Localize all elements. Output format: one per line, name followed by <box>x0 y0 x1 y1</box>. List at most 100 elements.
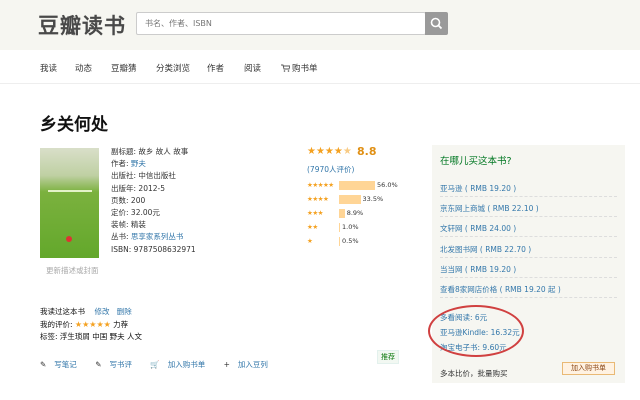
my-rating-label: 我的评价: <box>40 319 73 329</box>
search-input[interactable] <box>137 13 425 34</box>
nav-item-read[interactable]: 阅读 <box>244 62 261 74</box>
rating-bar <box>339 223 340 232</box>
where-to-buy-title: 在哪儿买这本书? <box>440 156 512 167</box>
nav-item-cart-label: 购书单 <box>292 64 318 74</box>
divider <box>440 257 617 258</box>
book-actions: ✎ 写笔记 ✎ 写书评 🛒 加入购书单 + 加入豆列 <box>40 359 284 370</box>
pencil-icon: ✎ <box>95 360 102 369</box>
main-nav: 我读 动态 豆瓣猜 分类浏览 作者 阅读 购书单 <box>0 50 640 84</box>
divider <box>440 277 617 278</box>
rating-bar <box>339 181 375 190</box>
info-value: 9787508632971 <box>133 244 196 254</box>
douban-books-logo[interactable]: 豆瓣读书 <box>38 10 126 40</box>
rating-bar <box>339 209 345 218</box>
store-link[interactable]: 北发图书网 ( RMB 22.70 ) <box>440 244 617 258</box>
info-binding: 装帧: 精装 <box>111 219 196 231</box>
rating-bar <box>339 195 361 204</box>
recommend-button[interactable]: 推荐 <box>377 350 399 364</box>
rating-stars: ★★★★★ <box>307 146 352 157</box>
cover-seal-decoration <box>66 236 72 242</box>
my-status-row: 我读过这本书 修改 删除 <box>40 306 142 319</box>
my-status-text: 我读过这本书 <box>40 307 85 316</box>
my-reading-status: 我读过这本书 修改 删除 我的评价: ★★★★★ 力荐 标签: 浮生琐屑 中国 … <box>40 306 142 344</box>
info-value: 2012-5 <box>138 183 165 193</box>
delete-link[interactable]: 删除 <box>117 307 132 316</box>
store-link[interactable]: 当当网 ( RMB 19.20 ) <box>440 264 617 278</box>
add-to-doulist-label: 加入豆列 <box>237 360 268 369</box>
info-value: 故乡 故人 故事 <box>138 147 189 156</box>
add-to-doulist-button[interactable]: + 加入豆列 <box>224 360 276 369</box>
author-link[interactable]: 野夫 <box>131 159 146 168</box>
cover-mist-decoration <box>48 190 92 192</box>
info-value: 中信出版社 <box>138 171 176 181</box>
rating-row-stars: ★★★★★ <box>307 181 334 189</box>
info-publisher: 出版社: 中信出版社 <box>111 170 196 182</box>
rating-row-stars: ★ <box>307 237 313 245</box>
nav-item-my-reading[interactable]: 我读 <box>40 62 57 74</box>
rating-percent: 8.9% <box>346 209 364 217</box>
nav-item-cart[interactable]: 购书单 <box>281 62 318 74</box>
plus-icon: + <box>223 360 230 369</box>
cart-icon <box>281 64 290 72</box>
info-pages: 页数: 200 <box>111 195 196 207</box>
info-value: 32.00元 <box>130 207 160 217</box>
nav-item-guess[interactable]: 豆瓣猜 <box>111 62 137 74</box>
nav-item-updates[interactable]: 动态 <box>75 62 92 74</box>
info-price: 定价: 32.00元 <box>111 207 196 219</box>
my-tags: 标签: 浮生琐屑 中国 野夫 人文 <box>40 332 143 341</box>
write-review-label: 写书评 <box>109 360 132 369</box>
divider <box>440 236 617 237</box>
store-link-label: 文轩网 ( RMB 24.00 ) <box>440 224 517 233</box>
update-cover-link[interactable]: 更新描述或封面 <box>46 265 99 276</box>
my-rating-row: 我的评价: ★★★★★ 力荐 <box>40 319 142 332</box>
write-note-button[interactable]: ✎ 写笔记 <box>40 360 85 369</box>
info-label: 装帧: <box>111 220 129 230</box>
info-pub-year: 出版年: 2012-5 <box>111 183 196 195</box>
rating-count-link[interactable]: (7970人评价) <box>307 164 354 175</box>
info-value: 精装 <box>130 220 146 230</box>
rating-row-stars: ★★★★ <box>307 195 329 203</box>
search-icon <box>430 17 443 30</box>
nav-item-authors[interactable]: 作者 <box>207 62 224 74</box>
store-link-label: 查看8家网店价格 ( RMB 19.20 起 ) <box>440 285 561 294</box>
store-link[interactable]: 查看8家网店价格 ( RMB 19.20 起 ) <box>440 284 617 298</box>
rating-percent: 1.0% <box>342 223 359 231</box>
my-rating-stars[interactable]: ★★★★★ <box>75 320 111 329</box>
info-label: 定价: <box>111 207 129 217</box>
rating-percent: 33.5% <box>362 195 384 203</box>
rating-score: 8.8 <box>357 145 377 158</box>
info-subtitle: 副标题: 故乡 故人 故事 <box>111 146 196 158</box>
store-link-label: 亚马逊 ( RMB 19.20 ) <box>440 184 517 193</box>
divider <box>440 216 617 217</box>
cart-icon: 🛒 <box>150 360 160 369</box>
rating-row-stars: ★★ <box>307 223 318 231</box>
book-cover-image[interactable] <box>40 148 99 258</box>
add-to-cart-panel-button[interactable]: 加入购书单 <box>562 362 615 375</box>
write-review-button[interactable]: ✎ 写书评 <box>95 360 140 369</box>
info-label: 出版社: <box>111 171 137 181</box>
store-link-label: 北发图书网 ( RMB 22.70 ) <box>440 245 532 254</box>
nav-item-browse[interactable]: 分类浏览 <box>156 62 190 74</box>
info-series: 丛书: 思享家系列丛书 <box>111 231 196 243</box>
store-link[interactable]: 文轩网 ( RMB 24.00 ) <box>440 223 617 237</box>
info-label: ISBN: <box>111 244 132 254</box>
store-link[interactable]: 亚马逊 ( RMB 19.20 ) <box>440 183 617 197</box>
my-rating-text: 力荐 <box>113 319 129 329</box>
rating-percent: 0.5% <box>342 237 359 245</box>
divider <box>440 297 617 298</box>
book-info: 副标题: 故乡 故人 故事 作者: 野夫 出版社: 中信出版社 出版年: 201… <box>111 146 196 256</box>
search-box[interactable] <box>136 12 426 35</box>
store-link[interactable]: 京东网上商城 ( RMB 22.10 ) <box>440 203 617 217</box>
series-link[interactable]: 思享家系列丛书 <box>131 232 184 241</box>
store-link-label: 当当网 ( RMB 19.20 ) <box>440 265 517 274</box>
add-to-cart-button[interactable]: 🛒 加入购书单 <box>150 360 213 369</box>
info-label: 出版年: <box>111 183 137 193</box>
info-value: 200 <box>130 195 146 205</box>
info-label: 作者: <box>111 159 129 169</box>
edit-link[interactable]: 修改 <box>95 307 110 316</box>
rating-row-stars: ★★★ <box>307 209 323 217</box>
pencil-icon: ✎ <box>40 360 47 369</box>
info-isbn: ISBN: 9787508632971 <box>111 244 196 256</box>
header-bar: 豆瓣读书 <box>0 0 640 50</box>
search-button[interactable] <box>425 12 448 35</box>
